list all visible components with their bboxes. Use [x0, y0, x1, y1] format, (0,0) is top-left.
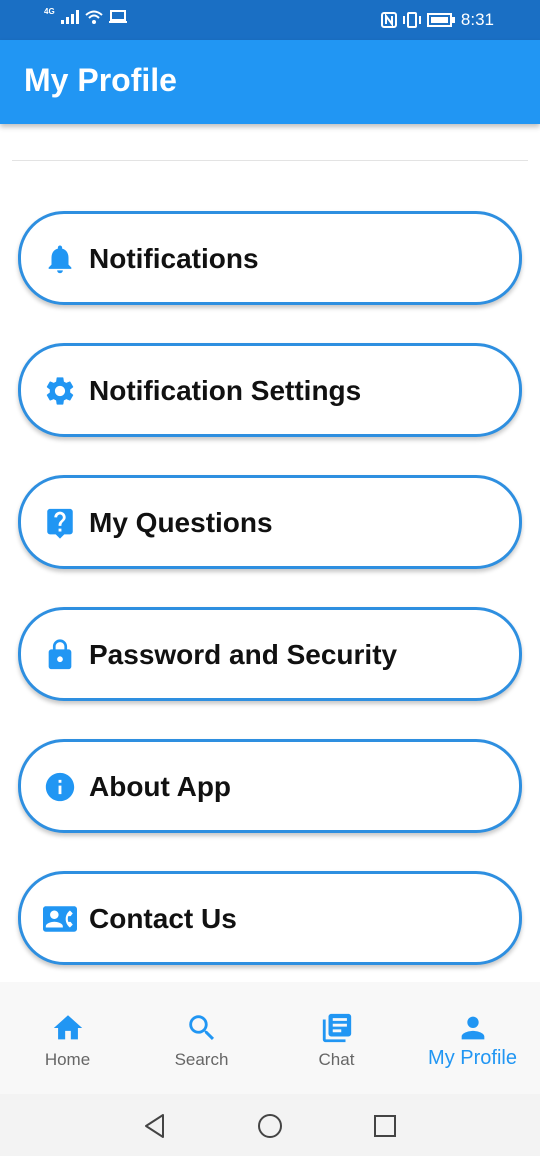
nav-label: Search [174, 1050, 229, 1069]
app-bar: My Profile [0, 40, 540, 124]
nav-label: Home [44, 1050, 91, 1069]
recents-icon[interactable] [370, 1111, 400, 1141]
home-icon [53, 1015, 82, 1040]
home-circle-icon[interactable] [255, 1111, 285, 1141]
menu-item-password-security[interactable]: Password and Security [18, 607, 522, 701]
menu-item-notification-settings[interactable]: Notification Settings [18, 343, 522, 437]
divider [12, 160, 528, 161]
status-bar: 4G 8:31 [0, 0, 540, 40]
vibrate-icon [402, 12, 421, 28]
person-icon [461, 1016, 484, 1040]
nfc-icon [380, 12, 397, 28]
menu-item-about-app[interactable]: About App [18, 739, 522, 833]
nav-item-my-profile[interactable]: My Profile [405, 982, 540, 1094]
nav-label: Chat [318, 1050, 355, 1069]
question-icon [47, 508, 73, 539]
menu-item-label: Contact Us [89, 903, 237, 934]
gear-icon [46, 377, 74, 405]
network-type: 4G [44, 6, 55, 16]
page-title: My Profile [24, 62, 177, 98]
signal-icon [60, 10, 79, 24]
bottom-nav: Home Search Chat My Profile [0, 982, 540, 1094]
bell-icon [48, 245, 72, 274]
battery-icon [426, 13, 455, 27]
menu-item-label: About App [89, 771, 232, 802]
menu-item-notifications[interactable]: Notifications [18, 211, 522, 305]
wifi-icon [85, 10, 103, 24]
info-icon [45, 772, 75, 802]
menu-item-label: Notification Settings [89, 375, 362, 406]
menu-item-label: Password and Security [89, 639, 398, 670]
nav-item-home[interactable]: Home [0, 982, 135, 1094]
menu-item-contact-us[interactable]: Contact Us [18, 871, 522, 965]
cast-icon [108, 10, 127, 23]
lock-icon [48, 639, 72, 670]
menu-item-my-questions[interactable]: My Questions [18, 475, 522, 569]
search-icon [188, 1015, 214, 1041]
menu-item-label: Notifications [89, 243, 259, 274]
contact-phone-icon [43, 906, 77, 932]
nav-item-chat[interactable]: Chat [269, 982, 404, 1094]
status-left: 4G [44, 6, 127, 24]
status-right: 8:31 [380, 10, 494, 30]
status-time: 8:31 [460, 10, 494, 29]
chat-icon [322, 1013, 351, 1043]
nav-label-active: My Profile [428, 1047, 517, 1069]
back-icon[interactable] [140, 1111, 170, 1141]
menu-item-label: My Questions [89, 507, 273, 538]
system-nav [0, 1094, 540, 1156]
nav-item-search[interactable]: Search [134, 982, 269, 1094]
